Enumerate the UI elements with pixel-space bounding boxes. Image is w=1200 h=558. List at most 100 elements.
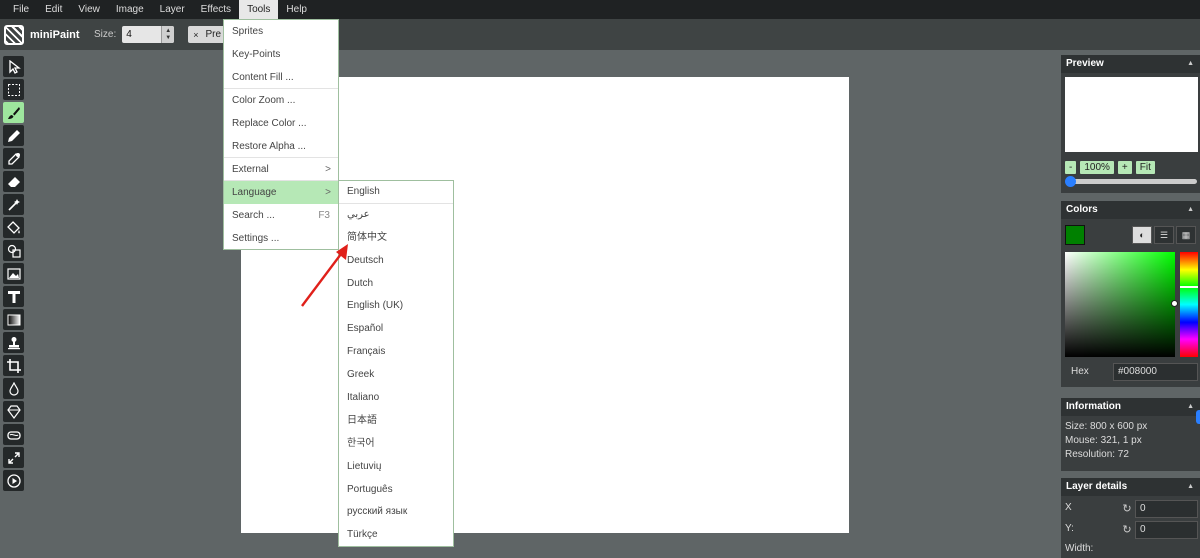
preview-title: Preview <box>1066 58 1104 69</box>
pencil-icon[interactable] <box>3 125 24 146</box>
collapse-icon[interactable]: ▲ <box>1187 201 1194 219</box>
pre-label: Pre <box>205 29 222 40</box>
preview-panel: Preview ▲ - 100% + Fit <box>1061 55 1200 193</box>
saturation-picker[interactable] <box>1065 252 1178 357</box>
layer-x-label: X <box>1065 502 1072 513</box>
size-input[interactable]: 4 <box>122 29 161 40</box>
menu-item-language[interactable]: Language > <box>224 181 338 204</box>
language-item[interactable]: русский язык <box>339 501 453 524</box>
play-icon[interactable] <box>3 470 24 491</box>
magic-wand-icon[interactable] <box>3 194 24 215</box>
menu-file[interactable]: File <box>5 0 37 19</box>
language-item[interactable]: 简体中文 <box>339 227 453 250</box>
zoom-fit-button[interactable]: Fit <box>1135 161 1155 174</box>
language-item[interactable]: English (UK) <box>339 295 453 318</box>
list-icon[interactable]: ☰ <box>1154 226 1174 244</box>
reset-icon[interactable]: ↻ <box>1119 522 1135 538</box>
layer-x-input[interactable]: 0 <box>1135 500 1198 518</box>
menu-item-sprites[interactable]: Sprites <box>224 20 338 43</box>
zoom-slider-handle[interactable] <box>1065 176 1076 187</box>
select-icon[interactable] <box>3 56 24 77</box>
shortcut-f3: F3 <box>318 210 330 221</box>
menu-item-restore-alpha[interactable]: Restore Alpha ... <box>224 135 338 158</box>
layer-details-panel-header[interactable]: Layer details ▲ <box>1061 478 1200 496</box>
language-item[interactable]: Deutsch <box>339 250 453 273</box>
language-item[interactable]: Português <box>339 479 453 502</box>
language-item[interactable]: Lietuvių <box>339 456 453 479</box>
zoom-slider[interactable] <box>1065 176 1197 187</box>
menu-item-key-points[interactable]: Key-Points <box>224 43 338 66</box>
layer-y-row: Y: ↻ 0 <box>1061 521 1200 539</box>
chevron-right-icon: > <box>325 164 331 175</box>
language-item[interactable]: 한국어 <box>339 433 453 456</box>
grid-icon[interactable]: ▦ <box>1176 226 1196 244</box>
zoom-controls: - 100% + Fit <box>1065 161 1155 174</box>
close-icon[interactable]: × <box>193 30 198 40</box>
crop-icon[interactable] <box>3 355 24 376</box>
language-item[interactable]: عربي <box>339 204 453 227</box>
information-panel-header[interactable]: Information ▲ <box>1061 398 1200 416</box>
layer-y-input[interactable]: 0 <box>1135 521 1198 539</box>
selection-rect-icon[interactable] <box>3 79 24 100</box>
fill-icon[interactable] <box>3 217 24 238</box>
reset-icon[interactable]: ↻ <box>1119 501 1135 517</box>
spin-up-icon[interactable]: ▲ <box>165 28 171 35</box>
preview-thumbnail[interactable] <box>1065 77 1198 152</box>
menu-effects[interactable]: Effects <box>193 0 239 19</box>
zoom-in-button[interactable]: + <box>1117 161 1132 174</box>
menu-edit[interactable]: Edit <box>37 0 70 19</box>
image-icon[interactable] <box>3 263 24 284</box>
language-item[interactable]: Dutch <box>339 273 453 296</box>
menu-item-replace-color[interactable]: Replace Color ... <box>224 112 338 135</box>
color-picker-handle[interactable] <box>1171 300 1178 307</box>
collapse-icon[interactable]: ▲ <box>1187 478 1194 496</box>
shape-icon[interactable] <box>3 240 24 261</box>
hue-slider[interactable] <box>1180 252 1198 357</box>
collapse-icon[interactable]: ▲ <box>1187 55 1194 73</box>
menu-item-content-fill[interactable]: Content Fill ... <box>224 66 338 89</box>
language-item[interactable]: Italiano <box>339 387 453 410</box>
layer-width-label: Width: <box>1065 543 1094 554</box>
menu-view[interactable]: View <box>70 0 108 19</box>
hex-input[interactable]: #008000 <box>1113 363 1198 381</box>
menu-help[interactable]: Help <box>278 0 315 19</box>
menubar: File Edit View Image Layer Effects Tools… <box>0 0 1200 19</box>
spin-down-icon[interactable]: ▼ <box>165 35 171 42</box>
language-item[interactable]: English <box>339 181 453 204</box>
language-item[interactable]: Türkçe <box>339 524 453 547</box>
zoom-value[interactable]: 100% <box>1080 161 1114 174</box>
color-picker-icon[interactable] <box>3 148 24 169</box>
sharpen-icon[interactable] <box>3 401 24 422</box>
menu-item-color-zoom[interactable]: Color Zoom ... <box>224 89 338 112</box>
preview-panel-header[interactable]: Preview ▲ <box>1061 55 1200 73</box>
resize-icon[interactable] <box>3 447 24 468</box>
size-spin-buttons[interactable]: ▲ ▼ <box>161 26 175 43</box>
panel-resize-handle[interactable] <box>1196 410 1200 424</box>
hue-slider-handle[interactable] <box>1180 286 1198 288</box>
layer-details-title: Layer details <box>1066 481 1128 492</box>
language-item[interactable]: 日本語 <box>339 410 453 433</box>
size-stepper[interactable]: 4 ▲ ▼ <box>122 26 175 43</box>
language-item[interactable]: Français <box>339 341 453 364</box>
blur-icon[interactable] <box>3 378 24 399</box>
palette-icon[interactable]: ◐ <box>1132 226 1152 244</box>
bulge-icon[interactable] <box>3 424 24 445</box>
text-icon[interactable] <box>3 286 24 307</box>
menu-tools[interactable]: Tools <box>239 0 279 19</box>
clone-stamp-icon[interactable] <box>3 332 24 353</box>
brush-icon[interactable] <box>3 102 24 123</box>
tools-sidebar <box>3 56 26 493</box>
menu-image[interactable]: Image <box>108 0 152 19</box>
colors-panel-header[interactable]: Colors ▲ <box>1061 201 1200 219</box>
menu-item-external[interactable]: External > <box>224 158 338 181</box>
menu-item-search[interactable]: Search ... F3 <box>224 204 338 227</box>
menu-layer[interactable]: Layer <box>152 0 193 19</box>
eraser-icon[interactable] <box>3 171 24 192</box>
zoom-out-button[interactable]: - <box>1065 161 1077 174</box>
language-item[interactable]: Español <box>339 318 453 341</box>
active-color-swatch[interactable] <box>1065 225 1085 245</box>
annotation-arrow-icon <box>301 244 348 307</box>
collapse-icon[interactable]: ▲ <box>1187 398 1194 416</box>
gradient-icon[interactable] <box>3 309 24 330</box>
language-item[interactable]: Greek <box>339 364 453 387</box>
